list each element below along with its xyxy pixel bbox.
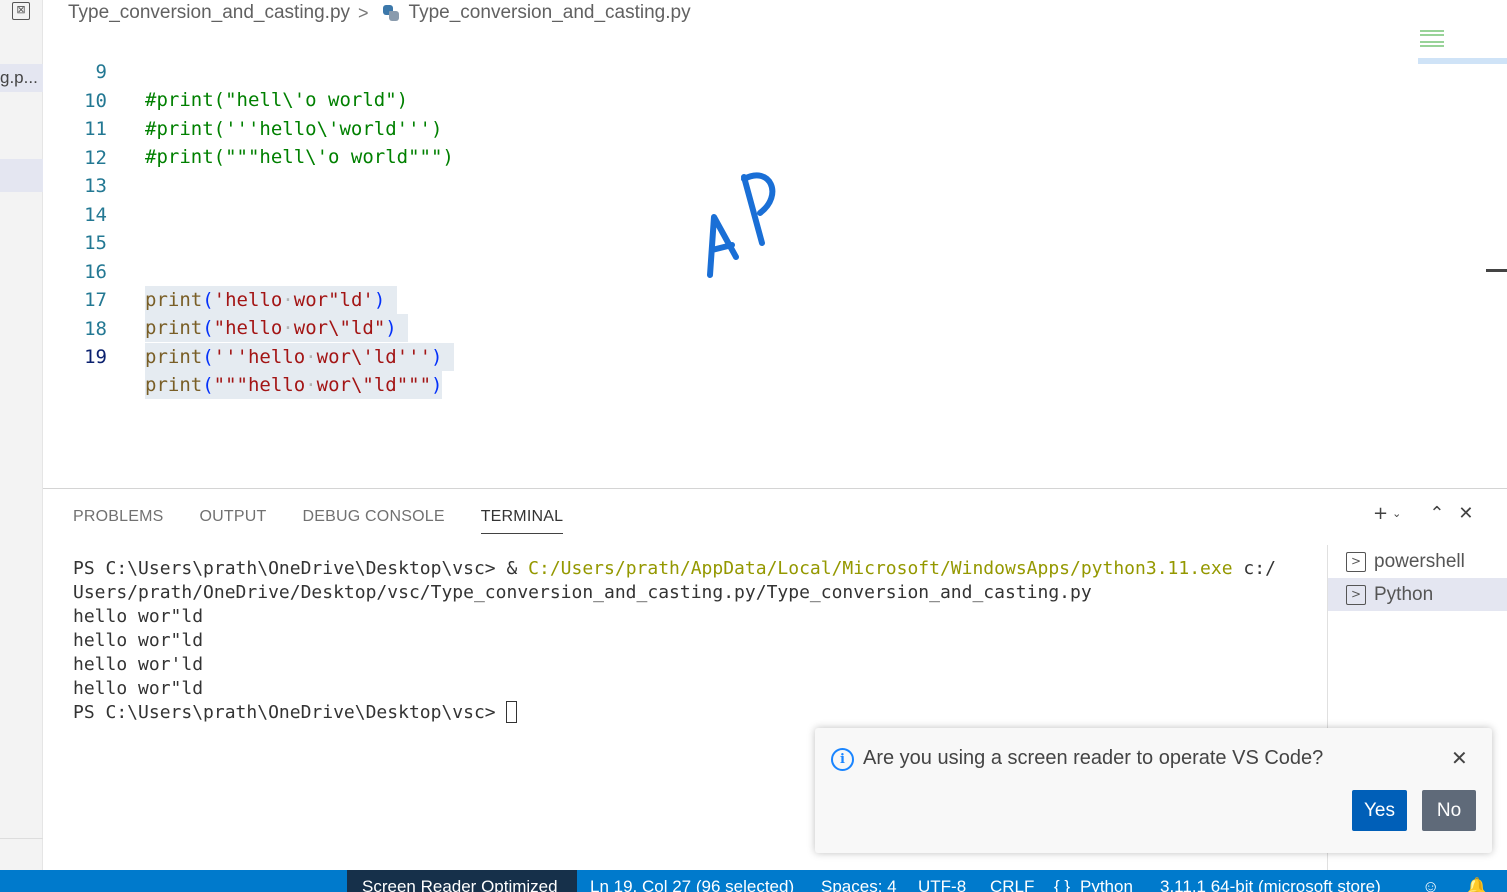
explorer-file-label: g.p... — [0, 68, 38, 87]
braces-icon: { } — [1054, 877, 1071, 892]
status-eol[interactable]: CRLF — [990, 876, 1034, 892]
tab-debug-console[interactable]: DEBUG CONSOLE — [303, 500, 445, 534]
status-indentation[interactable]: Spaces: 4 — [821, 876, 897, 892]
terminal-icon: > — [1346, 584, 1366, 605]
code-line[interactable]: 11 #print("""hell\'o world""") — [43, 87, 1373, 168]
chevron-down-icon[interactable]: ⌄ — [1392, 507, 1401, 520]
terminal-cursor — [506, 700, 518, 723]
terminal-line: hello wor"ld — [73, 606, 204, 627]
code-line[interactable]: 12 — [43, 116, 1373, 169]
status-cursor-position[interactable]: Ln 19, Col 27 (96 selected) — [590, 876, 794, 892]
terminal-item-label: Python — [1374, 583, 1434, 605]
panel-actions: + ⌄ ⌃ ✕ — [1373, 503, 1474, 524]
status-bar: Screen Reader Optimized Ln 19, Col 27 (9… — [0, 870, 1507, 892]
collapse-folders-icon[interactable]: ⊠ — [12, 2, 30, 20]
terminal-prompt[interactable]: PS C:\Users\prath\OneDrive\Desktop\vsc> — [73, 700, 1276, 725]
status-language[interactable]: Python — [1080, 876, 1133, 892]
python-file-icon — [382, 5, 399, 21]
scrollbar-marker[interactable] — [1486, 269, 1507, 272]
no-button[interactable]: No — [1422, 790, 1476, 831]
close-icon[interactable]: ✕ — [1458, 503, 1473, 524]
explorer-selection[interactable] — [0, 159, 43, 192]
terminal-output[interactable]: PS C:\Users\prath\OneDrive\Desktop\vsc> … — [73, 557, 1276, 725]
code-line-active[interactable]: 19 print("""hello·wor\"ld""") — [43, 315, 1373, 399]
tab-output[interactable]: OUTPUT — [200, 500, 267, 534]
explorer-strip: ⊠ g.p... — [0, 0, 43, 870]
status-screen-reader[interactable]: Screen Reader Optimized — [362, 876, 558, 892]
terminal-line: PS C:\Users\prath\OneDrive\Desktop\vsc> … — [73, 558, 1276, 579]
code-text: print("""hello·wor\"ld""") — [145, 371, 443, 399]
breadcrumb-file[interactable]: Type_conversion_and_casting.py — [409, 2, 691, 24]
terminal-line: hello wor'ld — [73, 654, 204, 675]
screen-reader-notification: i Are you using a screen reader to opera… — [815, 728, 1492, 853]
explorer-file-item[interactable]: g.p... — [0, 64, 43, 92]
breadcrumb-separator: > — [358, 2, 369, 23]
notifications-bell-icon[interactable]: 🔔 — [1466, 876, 1487, 892]
terminal-icon: > — [1346, 551, 1366, 572]
code-line[interactable]: 10 #print('''hello\'world''') — [43, 59, 1373, 140]
maximize-panel-icon[interactable]: ⌃ — [1429, 503, 1444, 524]
code-line[interactable]: 18 print('''hello·wor\'ld''') — [43, 287, 1373, 371]
tab-problems[interactable]: PROBLEMS — [73, 500, 164, 534]
panel-tabs: PROBLEMS OUTPUT DEBUG CONSOLE TERMINAL — [73, 489, 564, 545]
terminal-item-label: powershell — [1374, 550, 1465, 572]
terminal-item-powershell[interactable]: > powershell — [1328, 545, 1507, 578]
status-encoding[interactable]: UTF-8 — [918, 876, 966, 892]
info-icon: i — [831, 748, 854, 771]
yes-button[interactable]: Yes — [1352, 790, 1407, 831]
tab-terminal[interactable]: TERMINAL — [480, 500, 564, 534]
terminal-item-python[interactable]: > Python — [1328, 578, 1507, 611]
notification-message: Are you using a screen reader to operate… — [863, 747, 1324, 769]
code-text: print('''hello·wor\'ld''') — [145, 343, 454, 371]
close-icon[interactable]: ✕ — [1451, 746, 1468, 770]
terminal-line: hello wor"ld — [73, 630, 204, 651]
minimap[interactable] — [1418, 28, 1507, 68]
code-line[interactable]: 9 #print("hell\'o world") — [43, 30, 1373, 111]
new-terminal-icon[interactable]: + — [1373, 503, 1388, 524]
explorer-divider — [0, 838, 43, 839]
terminal-line: hello wor"ld — [73, 678, 204, 699]
line-number: 19 — [84, 346, 107, 368]
feedback-icon[interactable]: ☺ — [1422, 876, 1439, 892]
breadcrumb: Type_conversion_and_casting.py > Type_co… — [68, 0, 691, 26]
handwritten-ap-logo — [707, 172, 776, 278]
breadcrumb-folder[interactable]: Type_conversion_and_casting.py — [68, 2, 350, 24]
terminal-line: Users/prath/OneDrive/Desktop/vsc/Type_co… — [73, 582, 1092, 603]
status-interpreter[interactable]: 3.11.1 64-bit (microsoft store) — [1160, 876, 1381, 892]
